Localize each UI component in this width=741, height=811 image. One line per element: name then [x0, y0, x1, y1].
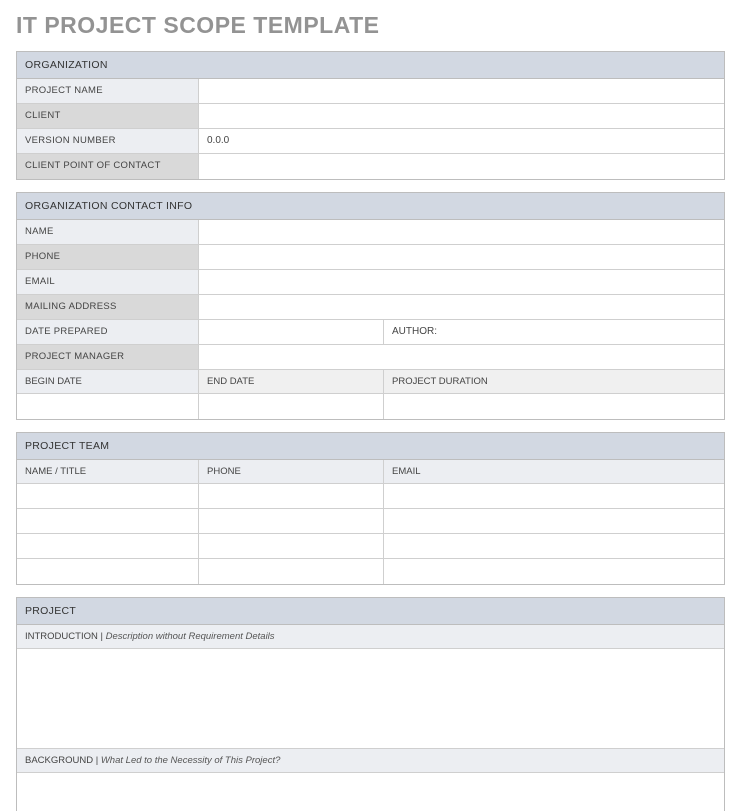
team-email-input[interactable] [384, 509, 724, 533]
team-col-email: EMAIL [384, 460, 724, 483]
version-number-input[interactable]: 0.0.0 [199, 129, 724, 153]
mailing-label: MAILING ADDRESS [17, 295, 199, 319]
client-input[interactable] [199, 104, 724, 128]
table-row [17, 559, 724, 584]
background-textarea[interactable] [17, 773, 724, 811]
team-phone-input[interactable] [199, 484, 384, 508]
background-description: What Led to the Necessity of This Projec… [101, 755, 281, 766]
author-label: AUTHOR: [392, 326, 437, 337]
org-contact-section: ORGANIZATION CONTACT INFO NAME PHONE EMA… [16, 192, 725, 420]
background-subheader: BACKGROUND | What Led to the Necessity o… [17, 749, 724, 773]
end-date-input[interactable] [199, 394, 384, 419]
team-email-input[interactable] [384, 534, 724, 558]
team-email-input[interactable] [384, 559, 724, 584]
project-header: PROJECT [17, 598, 724, 625]
table-row [17, 484, 724, 509]
team-col-name: NAME / TITLE [17, 460, 199, 483]
name-label: NAME [17, 220, 199, 244]
project-duration-input[interactable] [384, 394, 724, 419]
organization-section: ORGANIZATION PROJECT NAME CLIENT VERSION… [16, 51, 725, 180]
email-label: EMAIL [17, 270, 199, 294]
organization-header: ORGANIZATION [17, 52, 724, 79]
project-team-section: PROJECT TEAM NAME / TITLE PHONE EMAIL [16, 432, 725, 585]
client-label: CLIENT [17, 104, 199, 128]
client-poc-label: CLIENT POINT OF CONTACT [17, 154, 199, 179]
background-label: BACKGROUND | [25, 755, 101, 766]
project-duration-label: PROJECT DURATION [384, 370, 724, 393]
project-manager-label: PROJECT MANAGER [17, 345, 199, 369]
name-input[interactable] [199, 220, 724, 244]
phone-label: PHONE [17, 245, 199, 269]
org-contact-header: ORGANIZATION CONTACT INFO [17, 193, 724, 220]
page-title: IT PROJECT SCOPE TEMPLATE [16, 12, 725, 39]
project-team-header: PROJECT TEAM [17, 433, 724, 460]
project-name-label: PROJECT NAME [17, 79, 199, 103]
date-prepared-label: DATE PREPARED [17, 320, 199, 344]
team-phone-input[interactable] [199, 509, 384, 533]
team-email-input[interactable] [384, 484, 724, 508]
team-name-input[interactable] [17, 534, 199, 558]
end-date-label: END DATE [199, 370, 384, 393]
team-phone-input[interactable] [199, 559, 384, 584]
project-section: PROJECT INTRODUCTION | Description witho… [16, 597, 725, 811]
email-input[interactable] [199, 270, 724, 294]
team-name-input[interactable] [17, 509, 199, 533]
team-name-input[interactable] [17, 559, 199, 584]
introduction-textarea[interactable] [17, 649, 724, 749]
team-phone-input[interactable] [199, 534, 384, 558]
introduction-description: Description without Requirement Details [106, 631, 275, 642]
mailing-input[interactable] [199, 295, 724, 319]
project-manager-input[interactable] [199, 345, 724, 369]
client-poc-input[interactable] [199, 154, 724, 179]
introduction-subheader: INTRODUCTION | Description without Requi… [17, 625, 724, 649]
date-prepared-input[interactable] [199, 320, 384, 344]
phone-input[interactable] [199, 245, 724, 269]
table-row [17, 534, 724, 559]
author-cell[interactable]: AUTHOR: [384, 320, 724, 344]
team-name-input[interactable] [17, 484, 199, 508]
begin-date-input[interactable] [17, 394, 199, 419]
version-number-label: VERSION NUMBER [17, 129, 199, 153]
table-row [17, 509, 724, 534]
introduction-label: INTRODUCTION | [25, 631, 106, 642]
begin-date-label: BEGIN DATE [17, 370, 199, 393]
project-name-input[interactable] [199, 79, 724, 103]
team-col-phone: PHONE [199, 460, 384, 483]
